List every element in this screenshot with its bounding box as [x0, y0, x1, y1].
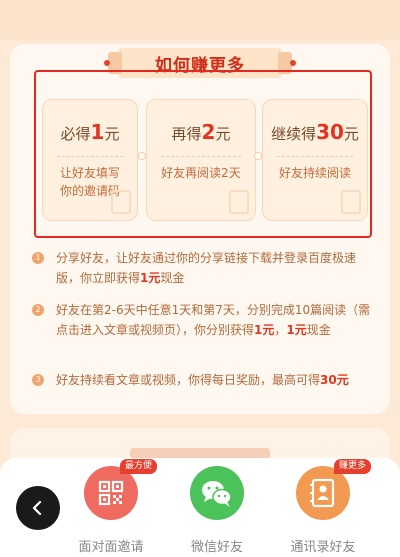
step-text-part: 现金	[306, 323, 331, 337]
step-text-part: 好友持续看文章或视频，你得每日奖励，最高可得	[56, 373, 321, 387]
tag-badge: 赚更多	[334, 459, 372, 474]
step-number: 3	[32, 374, 44, 386]
share-icon-circle[interactable]	[190, 466, 244, 520]
step-3: 3 好友持续看文章或视频，你得每日奖励，最高可得30元	[32, 370, 372, 390]
share-label: 通讯录好友	[290, 540, 356, 555]
share-icon-circle[interactable]	[296, 466, 350, 520]
share-face-to-face[interactable]: 面对面邀请	[66, 466, 156, 556]
wechat-icon	[202, 481, 232, 507]
next-section-title	[130, 448, 270, 458]
step-text-part: ，	[274, 323, 287, 337]
step-text: 好友在第2-6天中任意1天和第7天，分别完成10篇阅读（需点击进入文章或视频页）…	[56, 300, 372, 340]
title-dot-left	[104, 60, 110, 66]
step-2: 2 好友在第2-6天中任意1天和第7天，分别完成10篇阅读（需点击进入文章或视频…	[32, 300, 372, 340]
step-highlight: 1元	[286, 323, 307, 337]
qr-code-icon	[98, 480, 124, 506]
share-contacts[interactable]: 通讯录好友	[278, 466, 368, 556]
step-text: 好友持续看文章或视频，你得每日奖励，最高可得30元	[56, 370, 349, 390]
step-text-part: 分享好友，让好友通过你的分享链接下载并登录百度极速版，你立即获得	[56, 251, 357, 285]
step-highlight: 1元	[140, 271, 161, 285]
chevron-left-icon	[32, 500, 42, 516]
step-highlight: 1元	[254, 323, 275, 337]
step-highlight: 30元	[320, 373, 349, 387]
title-dot-right	[290, 60, 296, 66]
highlight-frame	[34, 70, 372, 238]
step-number: 2	[32, 304, 44, 316]
share-label: 面对面邀请	[78, 540, 144, 555]
back-button[interactable]	[16, 486, 60, 530]
step-number: 1	[32, 252, 44, 264]
top-background	[0, 0, 400, 40]
contacts-icon	[310, 478, 335, 508]
tag-badge: 最方便	[120, 459, 158, 474]
share-wechat[interactable]: 微信好友	[172, 466, 262, 556]
step-text-part: 现金	[160, 271, 185, 285]
share-icon-circle[interactable]	[84, 466, 138, 520]
share-label: 微信好友	[190, 540, 243, 555]
step-text: 分享好友，让好友通过你的分享链接下载并登录百度极速版，你立即获得1元现金	[56, 248, 372, 288]
step-1: 1 分享好友，让好友通过你的分享链接下载并登录百度极速版，你立即获得1元现金	[32, 248, 372, 288]
